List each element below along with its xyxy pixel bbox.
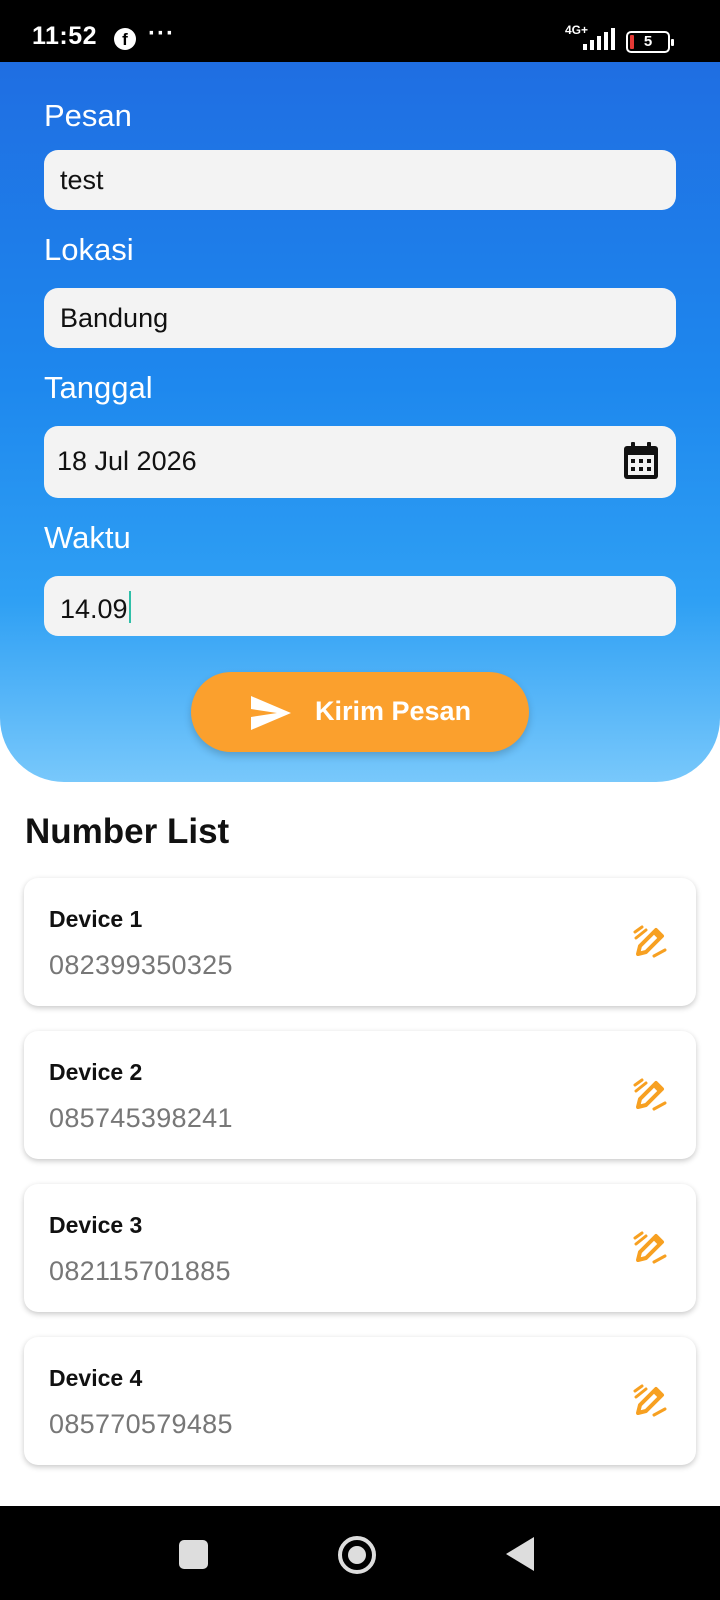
device-name: Device 3 — [49, 1212, 143, 1238]
device-card[interactable]: Device 3 082115701885 — [24, 1184, 696, 1312]
device-card[interactable]: Device 4 085770579485 — [24, 1337, 696, 1465]
message-input[interactable]: test — [44, 150, 676, 210]
date-input[interactable]: 18 Jul 2026 — [44, 426, 676, 498]
message-label: Pesan — [44, 98, 132, 133]
edit-icon[interactable] — [632, 1077, 668, 1113]
edit-icon[interactable] — [632, 924, 668, 960]
device-name: Device 1 — [49, 906, 143, 932]
recents-icon[interactable] — [179, 1540, 208, 1569]
number-list-title: Number List — [25, 812, 230, 851]
device-name: Device 4 — [49, 1365, 143, 1391]
send-button-label: Kirim Pesan — [315, 696, 472, 726]
device-number: 082399350325 — [49, 950, 233, 980]
location-input-value: Bandung — [60, 303, 169, 333]
status-time: 11:52 — [32, 22, 98, 50]
time-input[interactable]: 14.09 — [44, 576, 676, 636]
date-label: Tanggal — [44, 370, 153, 405]
home-icon[interactable] — [338, 1536, 376, 1574]
device-card[interactable]: Device 1 082399350325 — [24, 878, 696, 1006]
calendar-icon[interactable] — [623, 442, 659, 480]
edit-icon[interactable] — [632, 1230, 668, 1266]
time-input-text: 14.09 — [60, 594, 128, 624]
message-input-value: test — [60, 165, 104, 195]
device-number: 085745398241 — [49, 1103, 233, 1133]
location-label: Lokasi — [44, 232, 134, 267]
facebook-icon: f — [114, 28, 136, 50]
status-bar: 11:52 f ··· 4G+ 5 — [0, 0, 720, 62]
device-number: 085770579485 — [49, 1409, 233, 1439]
send-message-button[interactable]: Kirim Pesan — [191, 672, 529, 752]
send-icon — [251, 696, 291, 730]
time-label: Waktu — [44, 520, 131, 555]
battery-icon: 5 — [626, 31, 674, 53]
time-input-value: 14.09 — [60, 591, 131, 625]
edit-icon[interactable] — [632, 1383, 668, 1419]
device-card[interactable]: Device 2 085745398241 — [24, 1031, 696, 1159]
device-number: 082115701885 — [49, 1256, 231, 1286]
signal-icon — [583, 28, 615, 50]
date-input-value: 18 Jul 2026 — [57, 446, 197, 476]
navigation-bar — [0, 1506, 720, 1600]
battery-level: 5 — [643, 33, 653, 50]
location-input[interactable]: Bandung — [44, 288, 676, 348]
back-icon[interactable] — [506, 1537, 534, 1571]
device-name: Device 2 — [49, 1059, 143, 1085]
text-caret — [128, 591, 131, 623]
more-icon: ··· — [148, 20, 175, 47]
